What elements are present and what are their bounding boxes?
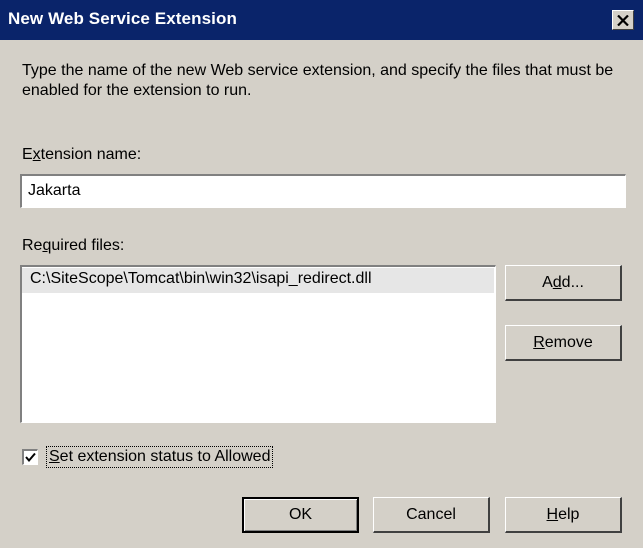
status-checkbox[interactable] xyxy=(22,449,38,465)
required-files-label-pre: Re xyxy=(22,237,43,254)
close-icon xyxy=(617,14,629,26)
extension-name-label-post: tension name: xyxy=(40,146,142,163)
remove-button-accel: R xyxy=(533,333,545,351)
status-checkbox-label[interactable]: Set extension status to Allowed xyxy=(46,446,274,468)
remove-button[interactable]: Remove xyxy=(505,325,622,361)
intro-text: Type the name of the new Web service ext… xyxy=(22,62,614,99)
required-files-label-post: uired files: xyxy=(51,237,125,254)
status-checkbox-label-post: et extension status to Allowed xyxy=(59,448,271,465)
list-item[interactable]: C:\SiteScope\Tomcat\bin\win32\isapi_redi… xyxy=(22,268,494,293)
extension-name-label-accel: x xyxy=(32,146,41,163)
help-button-accel: H xyxy=(546,505,559,523)
add-button-accel: d xyxy=(552,273,562,291)
add-button[interactable]: Ad d... xyxy=(505,265,622,301)
extension-name-value: Jakarta xyxy=(28,182,81,199)
extension-name-label: Extension name: xyxy=(22,146,141,164)
required-files-list[interactable]: C:\SiteScope\Tomcat\bin\win32\isapi_redi… xyxy=(20,265,496,423)
help-button[interactable]: Help xyxy=(505,497,622,533)
new-web-service-extension-dialog: New Web Service Extension Type the name … xyxy=(0,0,643,548)
remove-button-post: emove xyxy=(544,333,593,351)
add-button-pre: A xyxy=(542,273,553,291)
title-bar: New Web Service Extension xyxy=(0,0,643,40)
ok-button-label: OK xyxy=(288,506,313,523)
status-checkbox-row[interactable]: Set extension status to Allowed xyxy=(22,445,274,469)
extension-name-label-pre: E xyxy=(22,146,33,163)
ok-button[interactable]: OK xyxy=(242,497,359,533)
status-checkbox-label-accel: S xyxy=(49,448,60,465)
window-title: New Web Service Extension xyxy=(8,9,237,28)
cancel-button[interactable]: Cancel xyxy=(373,497,490,533)
add-button-post: d... xyxy=(561,273,584,291)
help-button-post: elp xyxy=(558,505,580,523)
cancel-button-label: Cancel xyxy=(406,505,456,523)
close-button[interactable] xyxy=(612,10,634,30)
checkmark-icon xyxy=(25,452,36,463)
required-files-label: Required files: xyxy=(22,237,124,255)
extension-name-input[interactable]: Jakarta xyxy=(20,174,626,208)
